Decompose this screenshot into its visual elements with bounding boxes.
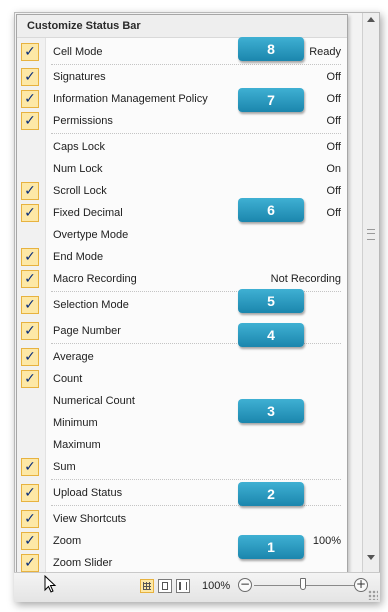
checkmark-icon: ✓ — [21, 532, 39, 550]
callout-badge: 5 — [238, 289, 304, 313]
checkmark-icon: ✓ — [21, 554, 39, 572]
page-layout-view-button[interactable] — [158, 579, 172, 593]
checkmark-icon: ✓ — [21, 270, 39, 288]
zoom-level[interactable]: 100% — [202, 579, 230, 593]
page-break-icon — [179, 582, 187, 590]
status-bar: 100% − + — [14, 572, 380, 602]
resize-grip-icon[interactable] — [368, 590, 378, 600]
menu-separator — [51, 64, 341, 65]
checkmark-icon: ✓ — [21, 484, 39, 502]
page-layout-icon — [162, 582, 168, 590]
vertical-scrollbar[interactable] — [362, 13, 379, 573]
checkmark-icon: ✓ — [21, 322, 39, 340]
normal-view-icon — [143, 582, 151, 590]
page-break-preview-button[interactable] — [176, 579, 190, 593]
callout-badge: 8 — [238, 37, 304, 61]
checkmark-icon: ✓ — [21, 182, 39, 200]
callout-badge: 7 — [238, 88, 304, 112]
menu-item-maximum[interactable]: Maximum — [17, 436, 345, 456]
menu-item-value: Off — [326, 141, 341, 153]
menu-item-value: Off — [326, 207, 341, 219]
menu-item-count[interactable]: ✓ Count — [17, 370, 345, 390]
checkmark-icon: ✓ — [21, 370, 39, 388]
menu-item-label: Zoom Slider — [53, 557, 113, 569]
checkmark-icon: ✓ — [21, 458, 39, 476]
menu-item-permissions[interactable]: ✓ Permissions Off — [17, 112, 345, 132]
menu-item-label: End Mode — [53, 251, 104, 263]
menu-separator — [51, 479, 341, 480]
checkmark-icon: ✓ — [21, 112, 39, 130]
menu-item-label: Minimum — [53, 417, 98, 429]
menu-item-label: Macro Recording — [53, 273, 137, 285]
menu-item-label: Overtype Mode — [53, 229, 129, 241]
menu-item-label: Fixed Decimal — [53, 207, 123, 219]
menu-item-value: Not Recording — [270, 273, 341, 285]
menu-title: Customize Status Bar — [17, 15, 347, 38]
callout-badge: 4 — [238, 323, 304, 347]
menu-item-label: Information Management Policy — [53, 93, 208, 105]
checkmark-icon: ✓ — [21, 43, 39, 61]
zoom-in-button[interactable]: + — [354, 578, 368, 592]
menu-item-label: Upload Status — [53, 487, 123, 499]
callout-badge: 2 — [238, 482, 304, 506]
menu-item-label: Cell Mode — [53, 46, 103, 58]
menu-item-value: 100% — [312, 535, 341, 547]
menu-item-label: Signatures — [53, 71, 106, 83]
menu-item-label: Page Number — [53, 325, 121, 337]
menu-item-overtype-mode[interactable]: Overtype Mode — [17, 226, 345, 246]
callout-badge: 6 — [238, 198, 304, 222]
scroll-up-arrow-icon[interactable] — [367, 17, 375, 22]
mouse-cursor-icon — [44, 575, 57, 593]
menu-item-value: Off — [326, 93, 341, 105]
menu-item-label: Zoom — [53, 535, 82, 547]
menu-item-label: Selection Mode — [53, 299, 129, 311]
menu-item-end-mode[interactable]: ✓ End Mode — [17, 248, 345, 268]
checkmark-icon: ✓ — [21, 68, 39, 86]
checkmark-icon: ✓ — [21, 348, 39, 366]
checkmark-icon: ✓ — [21, 510, 39, 528]
menu-item-average[interactable]: ✓ Average — [17, 348, 345, 368]
menu-item-value: Off — [326, 185, 341, 197]
menu-item-value: Ready — [309, 46, 341, 58]
zoom-out-button[interactable]: − — [238, 578, 252, 592]
scroll-down-arrow-icon[interactable] — [367, 555, 375, 560]
menu-item-macro-recording[interactable]: ✓ Macro Recording Not Recording — [17, 270, 345, 290]
menu-item-label: View Shortcuts — [53, 513, 127, 525]
checkmark-icon: ✓ — [21, 90, 39, 108]
menu-item-label: Maximum — [53, 439, 101, 451]
menu-item-label: Numerical Count — [53, 395, 135, 407]
menu-item-label: Scroll Lock — [53, 185, 107, 197]
menu-item-value: Off — [326, 71, 341, 83]
menu-item-value: Off — [326, 115, 341, 127]
zoom-slider-thumb[interactable] — [300, 578, 306, 590]
checkmark-icon: ✓ — [21, 296, 39, 314]
menu-item-label: Average — [53, 351, 94, 363]
menu-item-value: On — [326, 163, 341, 175]
callout-badge: 3 — [238, 399, 304, 423]
callout-badge: 1 — [238, 535, 304, 559]
scroll-grip-icon[interactable] — [367, 229, 375, 240]
menu-item-signatures[interactable]: ✓ Signatures Off — [17, 68, 345, 88]
menu-item-label: Permissions — [53, 115, 113, 127]
menu-item-label: Sum — [53, 461, 76, 473]
checkmark-icon: ✓ — [21, 248, 39, 266]
checkmark-icon: ✓ — [21, 204, 39, 222]
menu-item-label: Num Lock — [53, 163, 103, 175]
menu-item-num-lock[interactable]: Num Lock On — [17, 160, 345, 180]
menu-item-label: Caps Lock — [53, 141, 105, 153]
menu-item-label: Count — [53, 373, 83, 385]
menu-item-view-shortcuts[interactable]: ✓ View Shortcuts — [17, 510, 345, 530]
normal-view-button[interactable] — [140, 579, 154, 593]
menu-separator — [51, 133, 341, 134]
menu-item-caps-lock[interactable]: Caps Lock Off — [17, 138, 345, 158]
menu-item-sum[interactable]: ✓ Sum — [17, 458, 345, 478]
